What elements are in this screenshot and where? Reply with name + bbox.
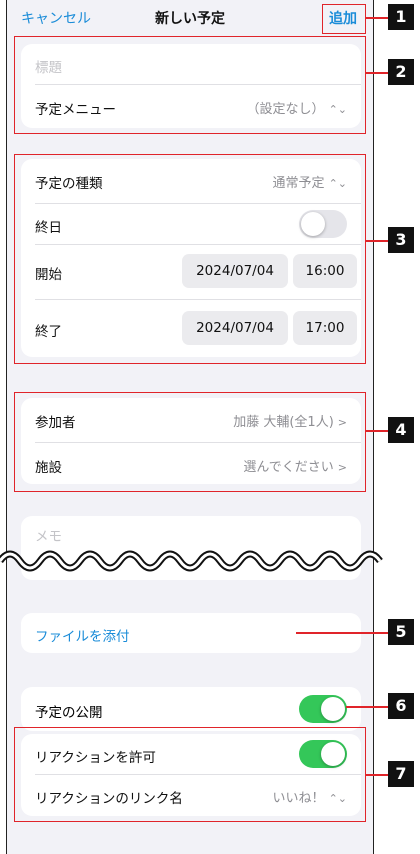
badge-7: 7 [388,761,414,787]
toggle-knob [321,697,345,721]
callout-line-1 [366,17,388,19]
publish-label: 予定の公開 [35,705,103,721]
badge-2: 2 [388,59,414,85]
publish-toggle[interactable] [299,695,347,723]
memo-input[interactable]: メモ [35,525,62,545]
badge-5: 5 [388,619,414,645]
badge-1: 1 [388,4,414,30]
callout-box-7 [14,727,366,822]
callout-line-3 [366,240,388,242]
badge-4: 4 [388,417,414,443]
callout-line-5 [296,632,388,634]
attach-file-link[interactable]: ファイルを添付 [35,625,130,645]
wavy-break-divider [0,550,383,572]
callout-line-2 [366,72,388,74]
callout-box-3 [14,154,366,364]
callout-box-2 [14,36,366,134]
callout-line-4 [366,430,388,432]
callout-line-7 [366,774,388,776]
page-title: 新しい予定 [155,11,225,27]
callout-box-4 [14,392,366,492]
badge-6: 6 [388,693,414,719]
callout-line-6 [346,706,388,708]
publish-card: 予定の公開 [21,687,361,731]
nav-bar: キャンセル 新しい予定 追加 [7,0,373,36]
callout-box-1 [322,4,366,34]
badge-3: 3 [388,227,414,253]
